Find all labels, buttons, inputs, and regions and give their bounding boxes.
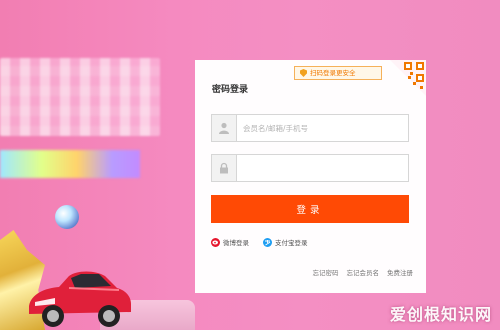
- username-field: [211, 114, 409, 142]
- third-party-login: 微博登录 支付宝登录: [211, 237, 308, 247]
- user-icon: [212, 115, 237, 141]
- password-field: [211, 154, 409, 182]
- alipay-icon: [263, 237, 272, 247]
- promo-banner: [0, 0, 195, 330]
- alipay-login-label: 支付宝登录: [275, 239, 308, 247]
- qr-login-tip-label: 扫码登录更安全: [310, 69, 356, 77]
- register-link[interactable]: 免费注册: [387, 267, 413, 277]
- promo-title-pixelated: [0, 58, 160, 136]
- qr-login-tip[interactable]: 扫码登录更安全: [294, 66, 382, 80]
- login-button[interactable]: 登录: [211, 195, 409, 223]
- qr-code-icon[interactable]: [390, 60, 426, 96]
- username-input[interactable]: [237, 115, 408, 141]
- panel-title: 密码登录: [212, 85, 249, 95]
- forgot-username-link[interactable]: 忘记会员名: [347, 267, 380, 277]
- alipay-login-link[interactable]: 支付宝登录: [263, 237, 308, 247]
- weibo-login-link[interactable]: 微博登录: [211, 237, 249, 247]
- promo-subtitle-pixelated: [0, 150, 140, 178]
- toy-car-image: [29, 271, 131, 327]
- forgot-password-link[interactable]: 忘记密码: [313, 267, 339, 277]
- password-input[interactable]: [237, 155, 408, 181]
- lock-icon: [212, 155, 237, 181]
- login-panel: 密码登录 扫码登录更安全 会员名/邮箱/手机号 登录 微博登录 支付宝登录 忘记…: [195, 60, 426, 293]
- decorative-ball: [55, 205, 79, 229]
- weibo-icon: [211, 237, 220, 247]
- weibo-login-label: 微博登录: [223, 239, 249, 247]
- account-links: 忘记密码 忘记会员名 免费注册: [313, 267, 414, 277]
- shield-icon: [300, 69, 307, 77]
- site-watermark: 爱创根知识网: [389, 305, 492, 324]
